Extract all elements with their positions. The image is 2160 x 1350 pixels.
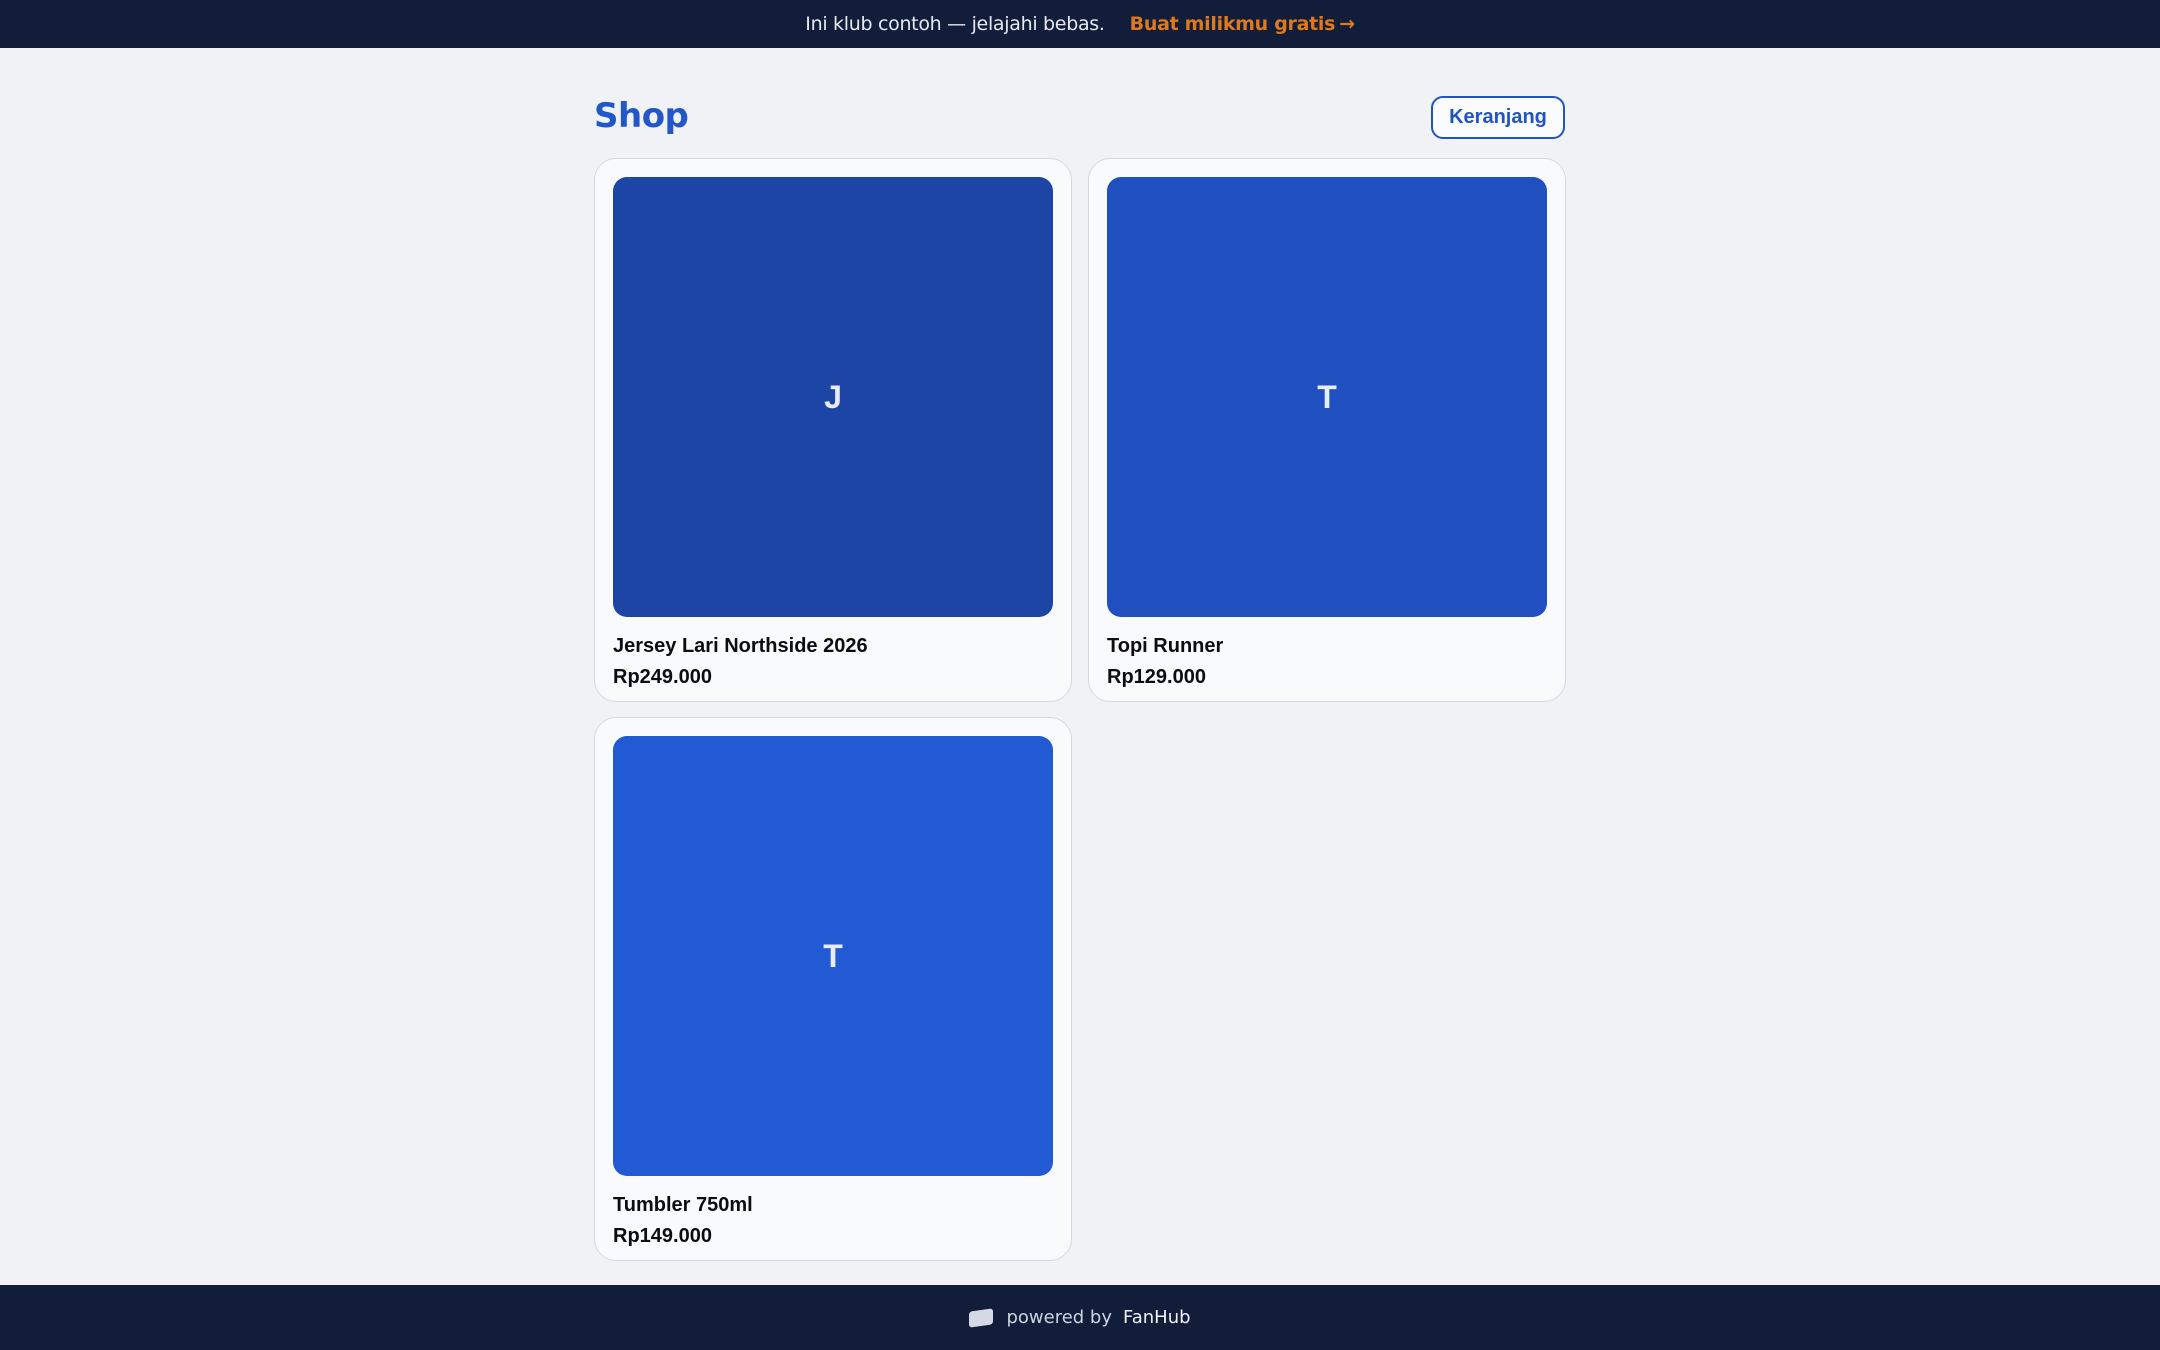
- create-club-link[interactable]: Buat milikmu gratis →: [1130, 13, 1355, 35]
- product-price: Rp149.000: [613, 1225, 712, 1247]
- product-name[interactable]: Tumbler 750ml: [613, 1194, 753, 1217]
- page-title: Shop: [594, 96, 689, 136]
- powered-by-label: powered by: [1006, 1307, 1113, 1328]
- demo-banner-message: Ini klub contoh — jelajahi bebas.: [805, 13, 1105, 35]
- product-initial: T: [823, 937, 843, 974]
- product-price: Rp129.000: [1107, 666, 1206, 688]
- product-image-placeholder[interactable]: T: [1107, 177, 1547, 617]
- fanhub-brand-link[interactable]: FanHub: [1123, 1307, 1191, 1328]
- arrow-right-icon: →: [1339, 13, 1355, 35]
- product-name[interactable]: Jersey Lari Northside 2026: [613, 635, 868, 658]
- product-card[interactable]: J Jersey Lari Northside 2026 Rp249.000: [594, 158, 1072, 702]
- create-club-link-label: Buat milikmu gratis: [1129, 13, 1336, 35]
- product-initial: J: [824, 378, 842, 415]
- product-image-placeholder[interactable]: T: [613, 736, 1053, 1176]
- product-card[interactable]: T Topi Runner Rp129.000: [1088, 158, 1566, 702]
- product-image-placeholder[interactable]: J: [613, 177, 1053, 617]
- product-card[interactable]: T Tumbler 750ml Rp149.000: [594, 717, 1072, 1261]
- fanhub-logo-icon: [969, 1307, 994, 1328]
- product-initial: T: [1317, 378, 1337, 415]
- site-footer: powered by FanHub: [0, 1285, 2160, 1350]
- product-price: Rp249.000: [613, 666, 712, 688]
- demo-banner: Ini klub contoh — jelajahi bebas. Buat m…: [0, 0, 2160, 48]
- cart-button[interactable]: Keranjang: [1431, 96, 1565, 139]
- product-name[interactable]: Topi Runner: [1107, 635, 1223, 658]
